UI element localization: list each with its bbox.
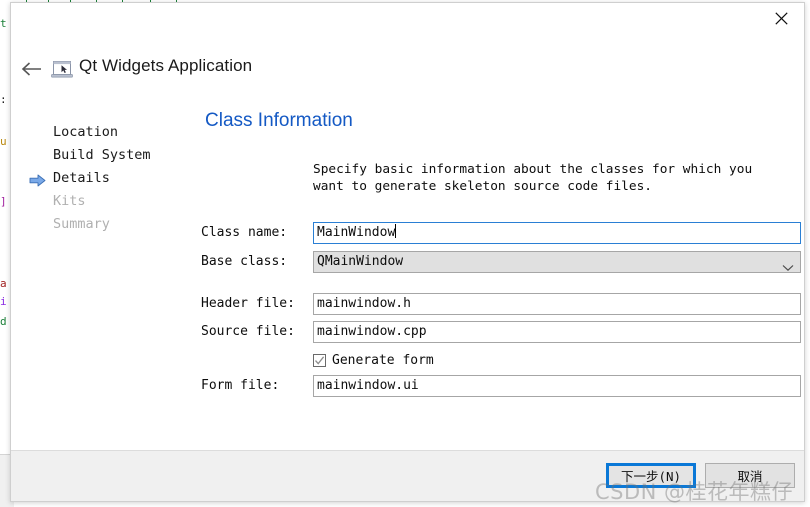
header-file-label: Header file: xyxy=(201,296,295,311)
code-fragment: : xyxy=(0,93,7,106)
wizard-header: Qt Widgets Application xyxy=(11,49,804,91)
generate-form-checkbox[interactable]: Generate form xyxy=(313,350,434,370)
page-title: Class Information xyxy=(205,110,353,131)
generate-form-label: Generate form xyxy=(332,352,434,368)
page-description: Specify basic information about the clas… xyxy=(313,162,753,194)
class-name-label: Class name: xyxy=(201,225,288,240)
code-fragment: a xyxy=(0,277,7,290)
sidebar-item-location[interactable]: Location xyxy=(27,121,177,144)
dialog-footer: 下一步(N) 取消 xyxy=(11,450,804,501)
close-icon[interactable] xyxy=(758,3,804,33)
qt-widgets-application-icon xyxy=(51,58,73,80)
checkmark-icon xyxy=(313,353,326,367)
step-label: Summary xyxy=(53,216,110,232)
background-editor: t: u] a i d xyxy=(0,0,10,507)
header-file-value: mainwindow.h xyxy=(317,296,411,311)
source-file-value: mainwindow.cpp xyxy=(317,324,427,339)
header-file-input[interactable]: mainwindow.h xyxy=(313,293,801,315)
class-name-value: MainWindow xyxy=(317,225,396,240)
source-file-input[interactable]: mainwindow.cpp xyxy=(313,321,801,343)
base-class-select[interactable]: QMainWindow xyxy=(313,251,801,273)
base-class-value: QMainWindow xyxy=(317,254,404,269)
step-label: Details xyxy=(53,170,110,186)
form-file-label: Form file: xyxy=(201,378,280,393)
text-caret xyxy=(395,224,397,238)
sidebar-item-kits[interactable]: Kits xyxy=(27,190,177,213)
code-fragment: d xyxy=(0,315,7,328)
step-label: Build System xyxy=(53,147,151,163)
back-arrow-icon[interactable] xyxy=(15,55,49,83)
step-label: Location xyxy=(53,124,119,140)
cancel-button-label: 取消 xyxy=(737,469,763,484)
next-button[interactable]: 下一步(N) xyxy=(606,463,696,488)
form-file-value: mainwindow.ui xyxy=(317,378,419,393)
code-fragment: u xyxy=(0,135,7,148)
cancel-button[interactable]: 取消 xyxy=(705,463,795,488)
code-fragment: ] xyxy=(0,195,7,208)
wizard-steps-list: Location Build System Details Kits Summa… xyxy=(27,121,177,236)
source-file-label: Source file: xyxy=(201,324,295,339)
base-class-label: Base class: xyxy=(201,254,288,269)
current-step-arrow-icon xyxy=(29,172,46,187)
step-label: Kits xyxy=(53,193,86,209)
code-fragment: t xyxy=(0,17,7,30)
chevron-down-icon xyxy=(782,259,794,272)
form-file-input[interactable]: mainwindow.ui xyxy=(313,375,801,397)
wizard-title: Qt Widgets Application xyxy=(79,56,253,75)
class-name-input[interactable]: MainWindow xyxy=(313,222,801,244)
dialog-titlebar xyxy=(11,3,804,37)
sidebar-item-summary[interactable]: Summary xyxy=(27,213,177,236)
new-project-wizard-dialog: Qt Widgets Application Location Build Sy… xyxy=(10,2,805,502)
next-button-label: 下一步(N) xyxy=(620,469,682,484)
sidebar-item-build-system[interactable]: Build System xyxy=(27,144,177,167)
sidebar-item-details[interactable]: Details xyxy=(27,167,177,190)
code-fragment: i xyxy=(0,295,7,308)
